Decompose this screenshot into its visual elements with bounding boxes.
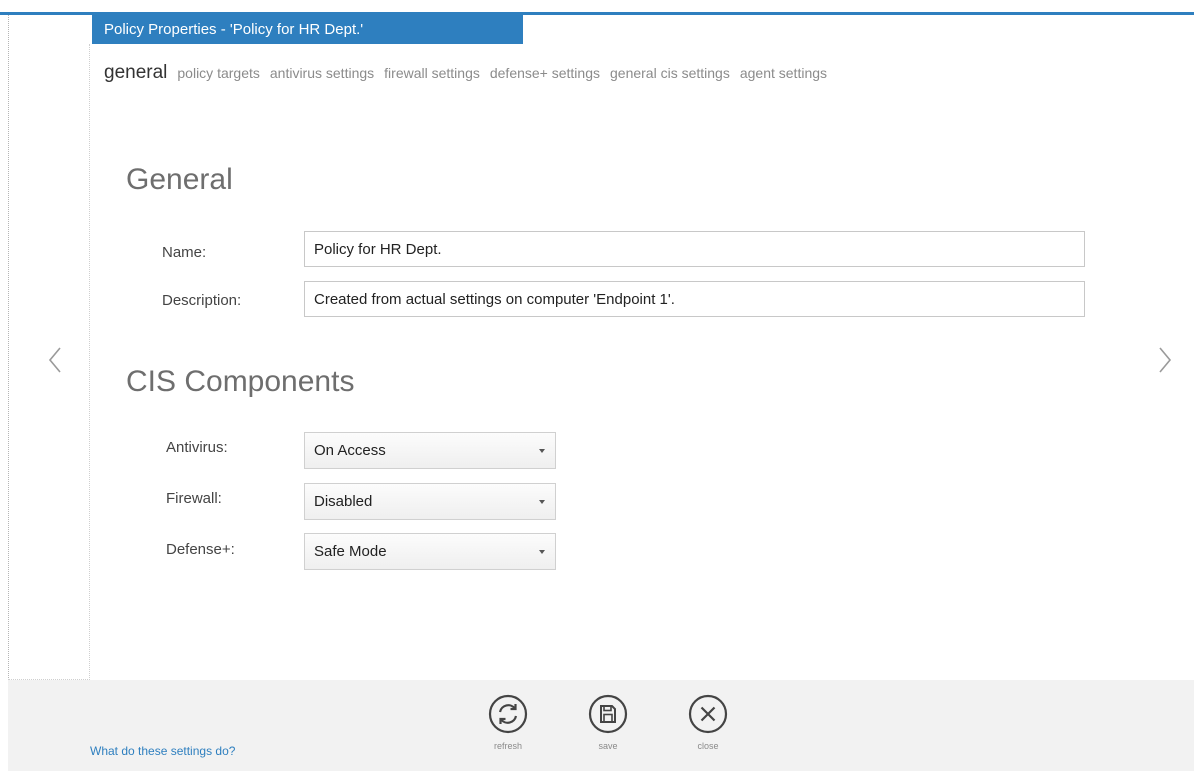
- cis-components-heading: CIS Components: [126, 365, 355, 398]
- chevron-right-icon: [1159, 347, 1172, 373]
- previous-page-button[interactable]: [44, 342, 68, 378]
- dropdown-caret-icon: [539, 449, 545, 453]
- save-button[interactable]: save: [578, 694, 638, 751]
- description-label: Description:: [162, 292, 242, 309]
- firewall-select[interactable]: Disabled: [304, 483, 556, 520]
- tab-agent-settings[interactable]: agent settings: [740, 65, 827, 81]
- antivirus-selected-value: On Access: [314, 442, 386, 459]
- tab-general[interactable]: general: [104, 62, 167, 84]
- name-label: Name:: [162, 244, 207, 261]
- firewall-label: Firewall:: [166, 490, 222, 507]
- name-field[interactable]: [304, 231, 1085, 267]
- tab-general-cis-settings[interactable]: general cis settings: [610, 65, 730, 81]
- refresh-icon: [488, 694, 528, 734]
- settings-tabs: general policy targets antivirus setting…: [104, 62, 837, 84]
- close-button[interactable]: close: [678, 694, 738, 751]
- close-icon: [688, 694, 728, 734]
- left-panel-divider: [89, 44, 90, 680]
- next-page-button[interactable]: [1152, 342, 1176, 378]
- dropdown-caret-icon: [539, 500, 545, 504]
- refresh-button[interactable]: refresh: [478, 694, 538, 751]
- tab-defense-settings[interactable]: defense+ settings: [490, 65, 600, 81]
- window-title: Policy Properties - 'Policy for HR Dept.…: [92, 15, 523, 44]
- description-field[interactable]: [304, 281, 1085, 317]
- firewall-selected-value: Disabled: [314, 493, 373, 510]
- defense-label: Defense+:: [166, 541, 235, 558]
- refresh-label: refresh: [493, 741, 522, 751]
- footer-bar: What do these settings do? refresh save …: [8, 680, 1194, 771]
- tab-antivirus-settings[interactable]: antivirus settings: [270, 65, 374, 81]
- close-label: close: [697, 741, 719, 751]
- left-border: [8, 15, 9, 680]
- general-heading: General: [126, 163, 233, 196]
- antivirus-label: Antivirus:: [166, 439, 228, 456]
- chevron-left-icon: [48, 347, 61, 373]
- tab-firewall-settings[interactable]: firewall settings: [384, 65, 480, 81]
- help-link[interactable]: What do these settings do?: [90, 744, 235, 758]
- save-icon: [588, 694, 628, 734]
- defense-selected-value: Safe Mode: [314, 543, 387, 560]
- save-label: save: [598, 741, 618, 751]
- antivirus-select[interactable]: On Access: [304, 432, 556, 469]
- dropdown-caret-icon: [539, 550, 545, 554]
- tab-policy-targets[interactable]: policy targets: [177, 65, 259, 81]
- defense-select[interactable]: Safe Mode: [304, 533, 556, 570]
